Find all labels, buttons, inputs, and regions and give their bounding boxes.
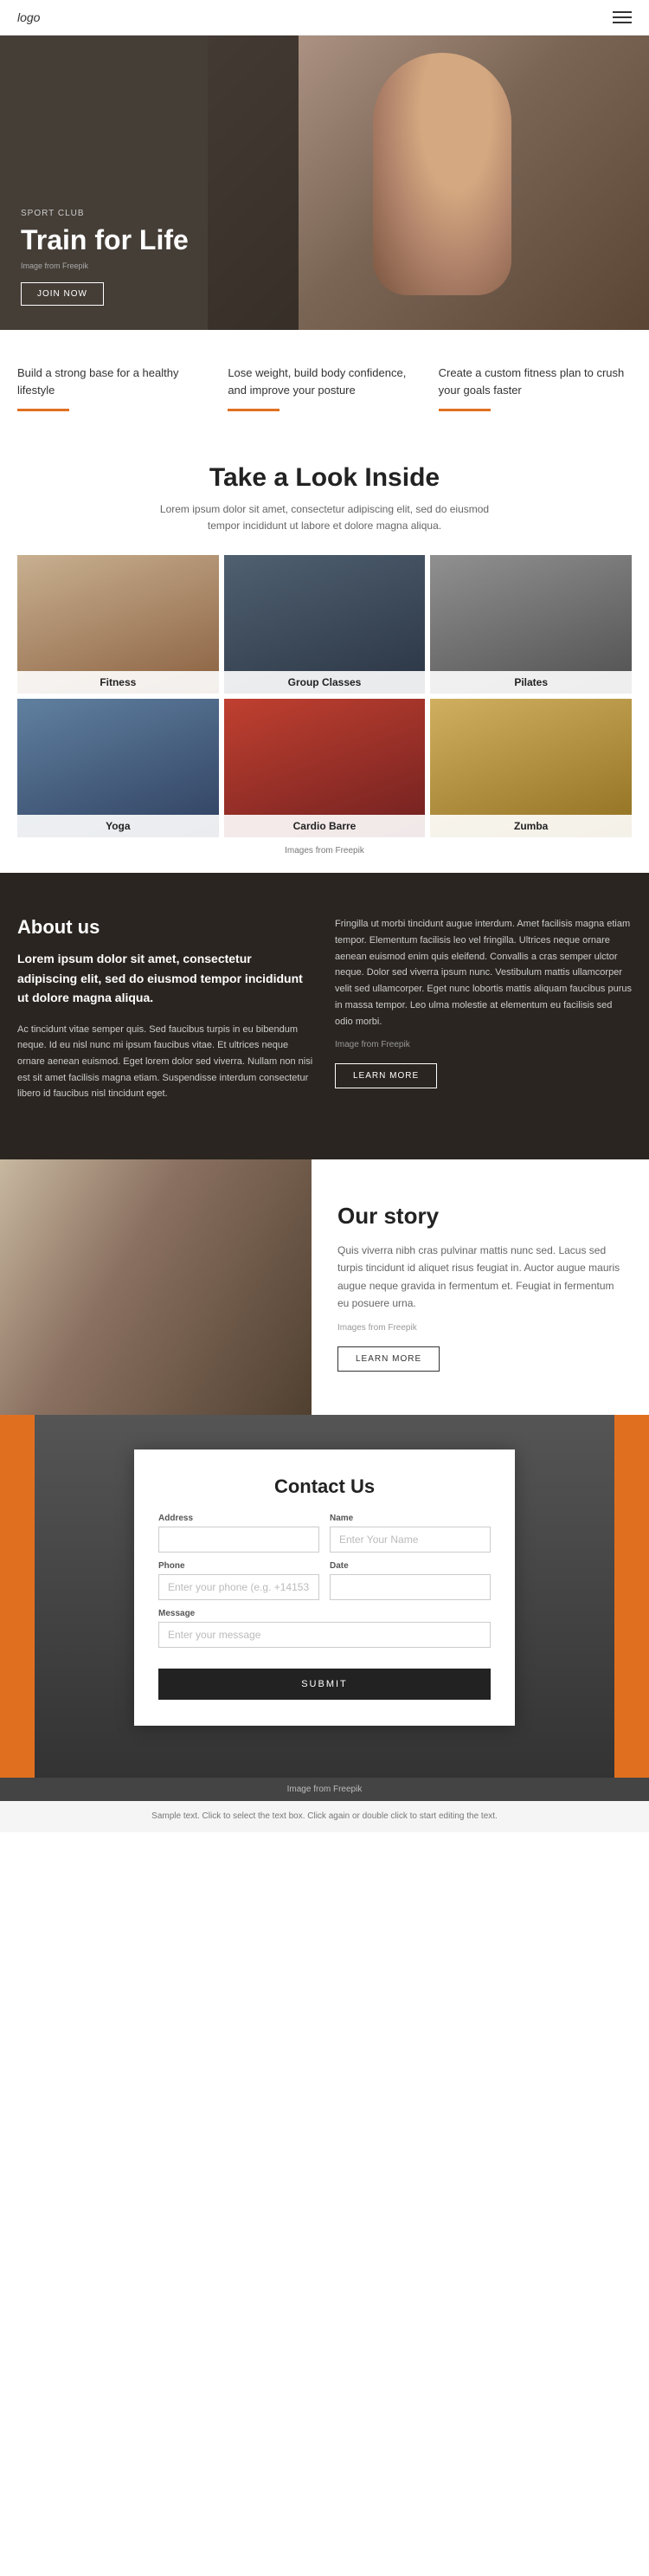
- contact-title: Contact Us: [158, 1475, 491, 1498]
- message-label: Message: [158, 1609, 491, 1618]
- feature-3: Create a custom fitness plan to crush yo…: [439, 365, 632, 411]
- gallery-label-cardio-barre: Cardio Barre: [224, 815, 426, 837]
- phone-group: Phone: [158, 1561, 319, 1600]
- phone-input[interactable]: [158, 1574, 319, 1600]
- address-label: Address: [158, 1514, 319, 1523]
- gallery-title: Take a Look Inside: [17, 463, 632, 493]
- message-input[interactable]: [158, 1622, 491, 1648]
- contact-section: Contact Us Address Name Phone Date M: [0, 1415, 649, 1778]
- gallery-credit: Images from Freepik: [17, 846, 632, 855]
- gallery-label-zumba: Zumba: [430, 815, 632, 837]
- contact-accent-right: [614, 1415, 649, 1778]
- date-input[interactable]: [330, 1574, 491, 1600]
- feature-1-text: Build a strong base for a healthy lifest…: [17, 365, 210, 398]
- name-group: Name: [330, 1514, 491, 1553]
- name-label: Name: [330, 1514, 491, 1523]
- form-row-1: Address Name: [158, 1514, 491, 1553]
- logo: logo: [17, 10, 40, 24]
- message-group: Message: [158, 1609, 491, 1648]
- phone-label: Phone: [158, 1561, 319, 1571]
- gallery-item-pilates[interactable]: Pilates: [430, 555, 632, 694]
- story-credit: Images from Freepik: [337, 1323, 623, 1333]
- hamburger-menu[interactable]: [613, 11, 632, 23]
- about-learn-more-button[interactable]: LEARN MORE: [335, 1063, 437, 1088]
- story-title: Our story: [337, 1203, 623, 1230]
- gallery-subtitle: Lorem ipsum dolor sit amet, consectetur …: [143, 501, 506, 534]
- date-label: Date: [330, 1561, 491, 1571]
- feature-2-line: [228, 409, 280, 411]
- hero-overlay: SPORT CLUB Train for Life Image from Fre…: [0, 36, 299, 330]
- gallery-label-yoga: Yoga: [17, 815, 219, 837]
- hero-title: Train for Life: [21, 223, 278, 256]
- footer-sample-text: Sample text. Click to select the text bo…: [0, 1801, 649, 1832]
- about-right: Fringilla ut morbi tincidunt augue inter…: [335, 916, 632, 1116]
- about-section: About us Lorem ipsum dolor sit amet, con…: [0, 873, 649, 1159]
- features-section: Build a strong base for a healthy lifest…: [0, 330, 649, 437]
- join-now-button[interactable]: JOIN NOW: [21, 282, 104, 306]
- gallery-item-cardio-barre[interactable]: Cardio Barre: [224, 699, 426, 837]
- gallery-item-group-classes[interactable]: Group Classes: [224, 555, 426, 694]
- gallery-section: Take a Look Inside Lorem ipsum dolor sit…: [0, 437, 649, 873]
- feature-3-line: [439, 409, 491, 411]
- gallery-label-group-classes: Group Classes: [224, 671, 426, 694]
- story-content: Our story Quis viverra nibh cras pulvina…: [312, 1159, 649, 1415]
- feature-1: Build a strong base for a healthy lifest…: [17, 365, 210, 411]
- about-intro: Lorem ipsum dolor sit amet, consectetur …: [17, 949, 314, 1007]
- gallery-item-yoga[interactable]: Yoga: [17, 699, 219, 837]
- feature-2-text: Lose weight, build body confidence, and …: [228, 365, 421, 398]
- gallery-item-zumba[interactable]: Zumba: [430, 699, 632, 837]
- about-left: About us Lorem ipsum dolor sit amet, con…: [17, 916, 314, 1116]
- story-section: Our story Quis viverra nibh cras pulvina…: [0, 1159, 649, 1415]
- contact-accent-left: [0, 1415, 35, 1778]
- feature-1-line: [17, 409, 69, 411]
- story-image-inner: [0, 1159, 312, 1415]
- hero-sport-label: SPORT CLUB: [21, 209, 278, 218]
- date-group: Date: [330, 1561, 491, 1600]
- navbar: logo: [0, 0, 649, 36]
- feature-3-text: Create a custom fitness plan to crush yo…: [439, 365, 632, 398]
- story-image: [0, 1159, 312, 1415]
- name-input[interactable]: [330, 1527, 491, 1553]
- story-learn-more-button[interactable]: LEARN MORE: [337, 1346, 440, 1372]
- gallery-grid: Fitness Group Classes Pilates Yoga Cardi…: [17, 555, 632, 837]
- address-group: Address: [158, 1514, 319, 1553]
- hero-section: SPORT CLUB Train for Life Image from Fre…: [0, 36, 649, 330]
- form-row-2: Phone Date: [158, 1561, 491, 1600]
- gallery-label-fitness: Fitness: [17, 671, 219, 694]
- submit-button[interactable]: SUBMIT: [158, 1669, 491, 1700]
- gallery-label-pilates: Pilates: [430, 671, 632, 694]
- contact-box: Contact Us Address Name Phone Date M: [134, 1449, 515, 1726]
- about-credit: Image from Freepik: [335, 1040, 632, 1049]
- address-input[interactable]: [158, 1527, 319, 1553]
- contact-credit: Image from Freepik: [0, 1778, 649, 1801]
- about-body: Ac tincidunt vitae semper quis. Sed fauc…: [17, 1022, 314, 1102]
- story-text: Quis viverra nibh cras pulvinar mattis n…: [337, 1242, 623, 1313]
- form-row-3: Message: [158, 1609, 491, 1648]
- gallery-item-fitness[interactable]: Fitness: [17, 555, 219, 694]
- about-right-text: Fringilla ut morbi tincidunt augue inter…: [335, 916, 632, 1030]
- feature-2: Lose weight, build body confidence, and …: [228, 365, 421, 411]
- about-heading: About us: [17, 916, 314, 939]
- hero-credit: Image from Freepik: [21, 261, 278, 270]
